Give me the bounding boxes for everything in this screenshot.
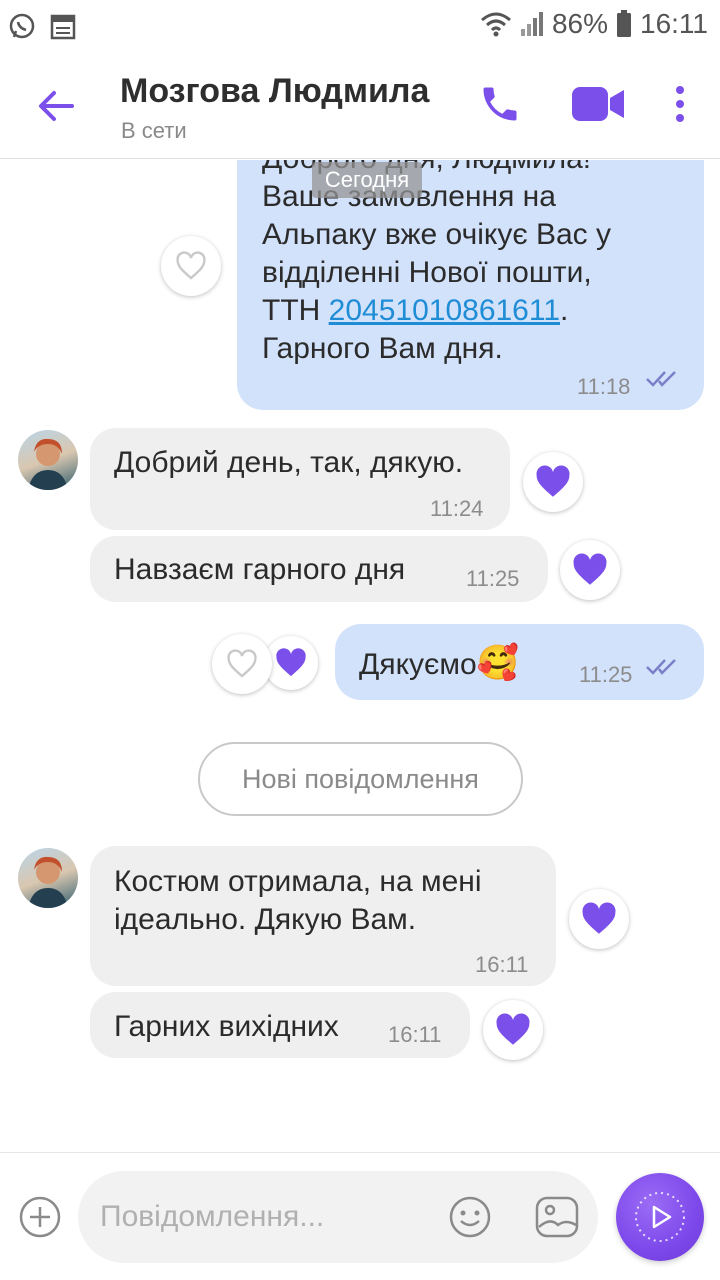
contact-name[interactable]: Мозгова Людмила (120, 72, 429, 111)
message-bubble-incoming[interactable]: Добрий день, так, дякую. 11:24 (90, 428, 510, 530)
whatsapp-icon (8, 12, 36, 45)
heart-filled-icon (573, 553, 607, 585)
double-check-icon (646, 659, 676, 675)
smiling-face-with-hearts-emoji: 🥰 (476, 644, 519, 682)
chat-header: Мозгова Людмила В сети (0, 52, 720, 159)
heart-filled-icon (496, 1013, 530, 1045)
new-messages-button[interactable]: Нові повідомлення (198, 742, 523, 816)
ttn-prefix: ТТН (262, 294, 329, 327)
status-bar-left (8, 12, 76, 45)
back-arrow-icon (39, 91, 74, 121)
message-text: Гарних вихідних (114, 1010, 339, 1043)
message-input[interactable] (100, 1171, 440, 1263)
video-call-button[interactable] (570, 84, 626, 129)
calendar-icon (50, 12, 76, 45)
avatar[interactable] (18, 430, 78, 490)
battery-percent: 86% (551, 8, 608, 39)
contact-status: В сети (121, 118, 187, 143)
wifi-icon (480, 11, 512, 37)
message-line: Гарного Вам дня. (262, 332, 503, 365)
more-vertical-icon (676, 86, 684, 122)
phone-icon (483, 87, 517, 121)
message-time: 11:24 (430, 496, 484, 521)
heart-filled-icon (276, 648, 306, 677)
message-text: Дякуємо🥰 (359, 644, 519, 684)
attach-button[interactable] (18, 1195, 62, 1244)
like-button[interactable] (161, 236, 221, 296)
like-button[interactable] (212, 634, 272, 694)
message-text-content: Дякуємо (359, 648, 477, 681)
heart-filled-icon (582, 902, 616, 934)
message-text: Добрий день, так, дякую. (114, 446, 464, 479)
emoji-button[interactable] (448, 1195, 492, 1244)
ttn-link[interactable]: 20451010861611 (329, 294, 560, 327)
like-button[interactable] (569, 889, 629, 949)
more-options-button[interactable] (668, 84, 692, 129)
message-composer (0, 1152, 720, 1280)
send-button[interactable] (616, 1173, 704, 1261)
message-text: Навзаєм гарного дня (114, 553, 406, 586)
message-bubble-incoming[interactable]: Навзаєм гарного дня 11:25 (90, 536, 548, 602)
message-line: Костюм отримала, на мені (114, 865, 482, 898)
heart-filled-icon (536, 465, 570, 497)
video-camera-icon (572, 87, 624, 121)
message-line: ТТН 20451010861611. (262, 292, 611, 330)
heart-outline-icon (227, 649, 257, 678)
message-time: 16:11 (388, 1022, 442, 1047)
status-time: 16:11 (640, 8, 708, 39)
status-bar: 86% 16:11 (0, 0, 720, 52)
heart-outline-icon (176, 251, 206, 280)
like-count-badge[interactable] (264, 636, 318, 690)
gallery-button[interactable] (534, 1195, 580, 1244)
like-button[interactable] (483, 1000, 543, 1060)
like-button[interactable] (523, 452, 583, 512)
ttn-suffix: . (560, 294, 569, 327)
message-text: Костюм отримала, на мені ідеально. Дякую… (114, 863, 482, 939)
message-line: ідеально. Дякую Вам. (114, 903, 417, 936)
avatar[interactable] (18, 848, 78, 908)
message-bubble-outgoing[interactable]: Дякуємо🥰 11:25 (335, 624, 704, 700)
message-bubble-incoming[interactable]: Гарних вихідних 16:11 (90, 992, 470, 1058)
gallery-icon (535, 1196, 579, 1238)
message-time: 11:25 (579, 662, 633, 687)
add-icon (19, 1196, 61, 1238)
message-time: 11:25 (466, 566, 520, 591)
status-bar-right: 86% 16:11 (480, 8, 708, 40)
signal-icon (520, 11, 544, 37)
double-check-icon (646, 371, 676, 387)
message-time: 11:18 (577, 374, 631, 399)
emoji-icon (449, 1196, 491, 1238)
message-line: Альпаку вже очікує Вас у (262, 218, 612, 251)
call-button[interactable] (478, 82, 522, 131)
message-line: відділенні Нової пошти, (262, 256, 592, 289)
back-button[interactable] (34, 84, 78, 128)
chat-area[interactable]: Доброго дня, Людмила! Ваше замовлення на… (0, 160, 720, 1152)
message-bubble-outgoing[interactable]: Доброго дня, Людмила! Ваше замовлення на… (237, 160, 704, 410)
message-time: 16:11 (475, 952, 529, 977)
date-divider: Сегодня (312, 162, 422, 198)
battery-icon (616, 10, 632, 38)
like-button[interactable] (560, 540, 620, 600)
message-bubble-incoming[interactable]: Костюм отримала, на мені ідеально. Дякую… (90, 846, 556, 986)
message-input-container (78, 1171, 598, 1263)
send-icon (635, 1192, 685, 1242)
